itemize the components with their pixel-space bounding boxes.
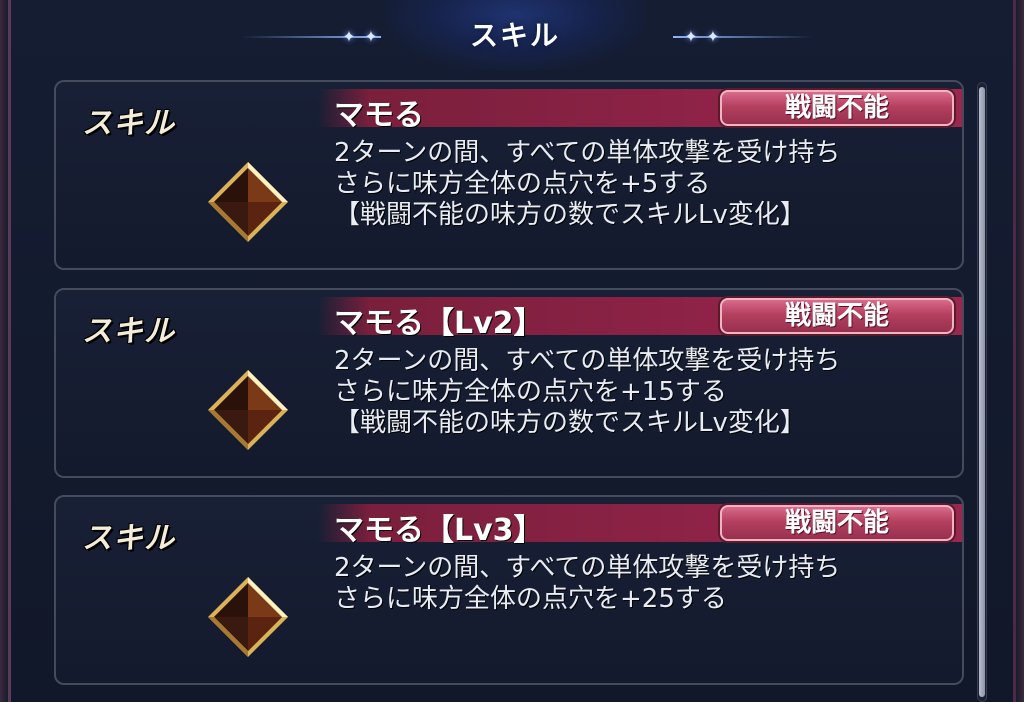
condition-badge: 戦闘不能 [720,298,954,334]
skill-name: マモる [334,98,424,133]
condition-badge: 戦闘不能 [720,505,954,541]
skill-label: スキル [82,521,175,556]
condition-badge-label: 戦闘不能 [784,301,889,331]
skill-card[interactable]: スキル マモる【Lv3】 戦闘不能 2ターンの間、すべての単体攻撃を受け持ち さ… [54,495,964,685]
description-line: 2ターンの間、すべての単体攻撃を受け持ち [334,138,841,168]
diamond-gem-icon [208,162,288,242]
description-line: さらに味方全体の点穴を+25する [334,584,727,614]
skill-description: 2ターンの間、すべての単体攻撃を受け持ち さらに味方全体の点穴を+5する 【戦闘… [334,138,954,231]
condition-badge-label: 戦闘不能 [784,93,889,123]
header: ✦ ✦ ✦ ✦ スキル [11,0,1019,72]
skill-label: スキル [82,106,175,141]
scrollbar[interactable] [977,82,987,702]
diamond-gem-icon [208,370,288,450]
skill-card[interactable]: スキル マモる 戦闘不能 2ターンの間、すべての単体攻撃を受け持ち さらに味方全… [54,80,964,270]
description-line: さらに味方全体の点穴を+5する [334,169,711,199]
condition-badge-label: 戦闘不能 [784,508,889,538]
skill-label: スキル [82,314,175,349]
condition-badge: 戦闘不能 [720,90,954,126]
skill-name: マモる【Lv3】 [334,513,544,548]
description-line: 【戦闘不能の味方の数でスキルLv変化】 [334,200,806,230]
skill-name: マモる【Lv2】 [334,306,544,341]
description-line: 2ターンの間、すべての単体攻撃を受け持ち [334,346,841,376]
skill-description: 2ターンの間、すべての単体攻撃を受け持ち さらに味方全体の点穴を+25する [334,553,954,615]
left-frame-edge [0,0,8,702]
skill-description: 2ターンの間、すべての単体攻撃を受け持ち さらに味方全体の点穴を+15する 【戦… [334,346,954,439]
description-line: さらに味方全体の点穴を+15する [334,377,727,407]
description-line: 2ターンの間、すべての単体攻撃を受け持ち [334,553,841,583]
skill-window: ✦ ✦ ✦ ✦ スキル スキル マモる 戦闘不能 2ターンの間、すべての単体攻撃… [8,0,1016,702]
diamond-gem-icon [208,577,288,657]
right-frame-edge [1016,0,1024,702]
skill-card[interactable]: スキル マモる【Lv2】 戦闘不能 2ターンの間、すべての単体攻撃を受け持ち さ… [54,288,964,478]
scrollbar-thumb[interactable] [979,87,985,697]
page-title: スキル [469,19,560,52]
description-line: 【戦闘不能の味方の数でスキルLv変化】 [334,408,806,438]
